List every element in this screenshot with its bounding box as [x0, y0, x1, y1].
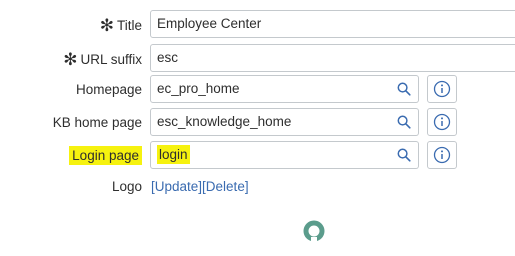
search-icon [397, 115, 411, 129]
login-page-value: login [157, 145, 190, 164]
kb-home-page-info-button[interactable] [427, 108, 457, 136]
info-icon [433, 146, 451, 164]
info-icon [433, 113, 451, 131]
homepage-info-button[interactable] [427, 75, 457, 103]
title-field[interactable]: Employee Center [150, 10, 515, 38]
login-page-label: Login page [69, 141, 142, 171]
logo-delete-link[interactable]: [Delete] [202, 179, 249, 194]
title-label: ✻ Title [99, 16, 142, 35]
loading-spinner-icon [302, 219, 326, 246]
logo-label: Logo [111, 179, 142, 194]
login-page-lookup-button[interactable] [390, 141, 419, 169]
login-page-label-highlight: Login page [69, 146, 142, 165]
search-icon [397, 82, 411, 96]
search-icon [397, 148, 411, 162]
login-page-field[interactable]: login [150, 141, 391, 169]
kb-home-page-label: KB home page [52, 115, 142, 130]
required-asterisk-icon: ✻ [63, 50, 78, 69]
logo-update-link[interactable]: [Update] [151, 179, 202, 194]
homepage-field[interactable]: ec_pro_home [150, 75, 391, 103]
homepage-lookup-button[interactable] [390, 75, 419, 103]
info-icon [433, 80, 451, 98]
logo-actions: [Update][Delete] [151, 172, 249, 202]
url-suffix-label: ✻ URL suffix [63, 50, 142, 69]
kb-home-page-field[interactable]: esc_knowledge_home [150, 108, 391, 136]
required-asterisk-icon: ✻ [99, 16, 114, 35]
kb-home-page-lookup-button[interactable] [390, 108, 419, 136]
login-page-info-button[interactable] [427, 141, 457, 169]
homepage-label: Homepage [75, 82, 142, 97]
url-suffix-field[interactable]: esc [150, 44, 515, 72]
